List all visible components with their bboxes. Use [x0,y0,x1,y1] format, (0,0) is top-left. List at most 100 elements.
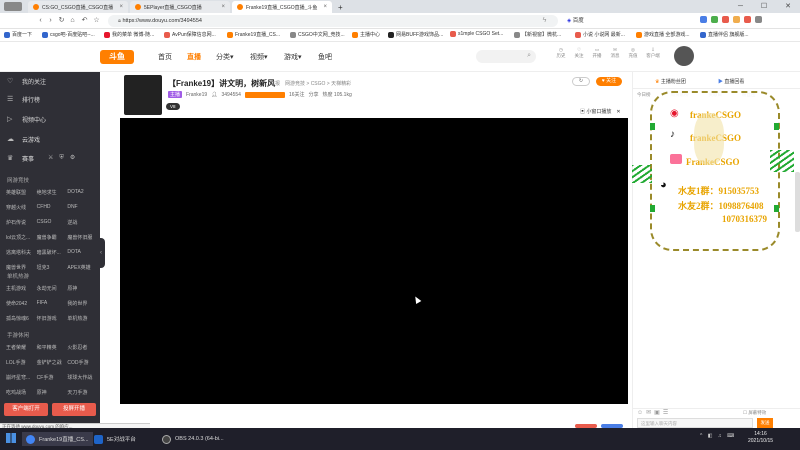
sidebar-game-link[interactable]: 和平精英 [37,344,68,351]
chat-toolbar-icons[interactable]: ☺✉▣☰ [637,409,671,416]
sidebar-game-link[interactable]: 逃离塔科夫 [6,249,37,256]
sidebar-game-link[interactable]: 单机热游 [67,315,98,322]
new-tab-button[interactable]: + [333,1,345,13]
bookmark-item[interactable]: 百度一下 [4,31,32,38]
sidebar-game-link[interactable]: DOTA2 [67,189,98,196]
video-player[interactable] [120,118,628,404]
streamer-avatar[interactable] [124,75,162,115]
share-button[interactable]: ↻ [572,77,590,86]
sidebar-game-link[interactable]: 逆战 [67,219,98,226]
bookmark-item[interactable]: 直播伴侣 旗舰版... [700,31,749,38]
sidebar-game-link[interactable]: 火影忍者 [67,344,98,351]
browser-tab-active[interactable]: Franke19直播_CSGO直播_斗鱼 × [232,1,332,13]
sidebar-game-link[interactable]: 原神 [67,285,98,292]
sidebar-game-link[interactable]: CFHD [37,204,68,211]
sidebar-game-link[interactable]: lol云顶之... [6,234,37,241]
sidebar-game-link[interactable]: 我的世界 [67,300,98,307]
bookmark-item[interactable]: 小说 小说网 最新... [575,31,625,38]
bookmark-item[interactable]: s1mple CSGO Set... [450,31,503,37]
home-icon[interactable]: ⌂ [68,16,77,25]
sidebar-game-link[interactable]: 魔兽世界 [6,264,37,271]
sidebar-game-link[interactable]: COD手游 [67,359,98,366]
sidebar-game-link[interactable]: FIFA [37,300,68,307]
taskbar-app[interactable]: 5E对战平台 [90,432,140,446]
send-button[interactable]: 发送 [757,418,773,428]
menu-icon[interactable] [755,16,762,23]
sidebar-game-link[interactable]: 主机游戏 [6,285,37,292]
back-icon[interactable]: ‹ [36,16,45,25]
sidebar-game-link[interactable]: 魔兽争霸 [37,234,68,241]
block-effects-option[interactable]: ☐ 屏蔽特效 [743,410,766,416]
sidebar-item-esports[interactable]: ♛ 赛事 ⚔⛨⚙ [0,149,100,167]
mini-window-button[interactable]: ▣ 小窗口播放 ✕ [578,108,623,115]
sidebar-game-link[interactable]: 金铲铲之战 [37,359,68,366]
bookmark-item[interactable]: 主播中心 [352,31,380,38]
cast-stream-button[interactable]: 投屏开播 [52,403,96,416]
header-history[interactable]: ◷ 历史 [553,47,569,59]
report-link[interactable]: 举报 [270,80,280,87]
bookmark-item[interactable]: CSGO中文网_竞技... [290,31,345,38]
bookmark-item[interactable]: 我的菜单 微博-随... [104,31,154,38]
clock[interactable]: 14:16 2021/10/15 [748,431,773,445]
sidebar-game-link[interactable]: 原神 [37,389,68,396]
sidebar-game-link[interactable]: 炉石传说 [6,219,37,226]
sidebar-collapse-button[interactable]: ‹ [97,238,105,268]
url-bar[interactable]: 🔒︎ https://www.douyu.com/3494554 [108,15,558,27]
sidebar-game-link[interactable]: 王者荣耀 [6,344,37,351]
game-shortcut-icons[interactable]: ⚔⛨⚙ [48,154,81,162]
close-icon[interactable]: ✕ [616,109,620,115]
bookmark-item[interactable]: csgo吧-百度贴吧--... [42,31,95,38]
search-engine-select[interactable]: ◈ 百度 [567,16,584,24]
sidebar-game-link[interactable]: APEX英雄 [67,264,98,271]
sidebar-game-link[interactable]: CSGO [37,219,68,226]
header-follow[interactable]: ♡ 关注 [571,47,587,59]
sidebar-game-link[interactable]: 穿越火线 [6,204,37,211]
bookmark-item[interactable]: Franke19直播_CS... [227,31,280,38]
header-recharge[interactable]: ◎ 充值 [625,47,641,59]
scrollbar[interactable] [795,172,800,232]
sidebar-item-cloudgame[interactable]: ☁ 云游戏 [0,130,100,148]
nav-fishbar[interactable]: 鱼吧 [318,52,332,62]
streamer-name[interactable]: Franke19 [186,92,207,98]
forward-icon[interactable]: › [46,16,55,25]
nav-home[interactable]: 首页 [158,52,172,62]
sidebar-game-link[interactable]: DOTA [67,249,98,256]
header-message[interactable]: ✉ 消息 [607,47,623,59]
sidebar-game-link[interactable]: 怀旧游戏 [37,315,68,322]
undo-icon[interactable]: ↶ [80,16,89,25]
reload-icon[interactable]: ↻ [57,16,66,25]
avatar[interactable] [674,46,694,66]
nav-games[interactable]: 游戏▾ [284,52,302,62]
close-icon[interactable]: × [119,4,123,10]
open-client-button[interactable]: 客户端打开 [4,403,48,416]
sidebar-game-link[interactable]: 永劫无间 [37,285,68,292]
sidebar-game-link[interactable]: 天刀手游 [67,389,98,396]
star-icon[interactable]: ☆ [92,16,101,25]
search-input[interactable]: ⌕ [476,50,536,63]
windows-start-icon[interactable] [6,433,16,443]
sidebar-game-link[interactable]: 暗黑破坏... [37,249,68,256]
extension-icon[interactable] [700,16,707,23]
tray-icons[interactable]: ^ ◧ ♫ ⌨ [700,433,736,439]
share-link[interactable]: 分享 [309,91,319,98]
chat-input[interactable]: 这里输入聊天内容 [637,418,753,428]
header-download[interactable]: ⇩ 客户端 [645,47,661,59]
sidebar-game-link[interactable]: 魔兽怀旧服 [67,234,98,241]
extension-icon[interactable] [711,16,718,23]
sidebar-game-link[interactable]: 孤岛惊魂6 [6,315,37,322]
search-icon[interactable]: ⌕ [527,52,531,60]
douyu-logo[interactable]: 斗鱼 [100,50,134,64]
sidebar-item-follow[interactable]: ♡ 我的关注 [0,72,100,90]
sidebar-game-link[interactable]: 球球大作战 [67,374,98,381]
sidebar-game-link[interactable]: 绝地求生 [37,189,68,196]
sidebar-game-link[interactable]: 坦克3 [37,264,68,271]
sidebar-game-link[interactable]: 使命2042 [6,300,37,307]
bookmark-item[interactable]: 游戏直播 全部游戏... [636,31,690,38]
close-icon[interactable]: × [323,4,327,10]
sidebar-game-link[interactable]: CF手游 [37,374,68,381]
sidebar-game-link[interactable]: 崩坏星穹... [6,374,37,381]
sidebar-item-video[interactable]: ▷ 视频中心 [0,110,100,128]
bookmark-item[interactable]: 【新視窗】微杭... [514,31,561,38]
extension-icon[interactable] [744,16,751,23]
lightning-icon[interactable]: ϟ [540,16,549,25]
